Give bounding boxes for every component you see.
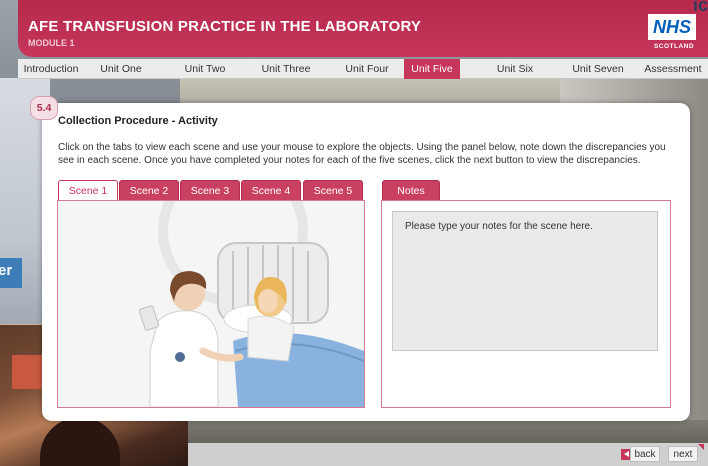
nhs-logo: NHS <box>648 14 696 40</box>
tab-scene-2[interactable]: Scene 2 <box>119 180 179 200</box>
back-button[interactable]: back <box>630 446 660 462</box>
nav-unit-two[interactable]: Unit Two <box>166 59 244 79</box>
activity-title: Collection Procedure - Activity <box>58 115 218 127</box>
course-title: AFE TRANSFUSION PRACTICE IN THE LABORATO… <box>28 18 422 35</box>
tab-scene-3[interactable]: Scene 3 <box>180 180 240 200</box>
tab-notes[interactable]: Notes <box>382 180 440 200</box>
scene-viewer[interactable] <box>57 200 365 408</box>
nav-unit-six[interactable]: Unit Six <box>484 59 546 79</box>
corner-triangle-icon <box>698 444 704 450</box>
nav-unit-five[interactable]: Unit Five <box>404 59 460 79</box>
unit-navigation: Introduction Unit One Unit Two Unit Thre… <box>18 59 708 79</box>
activity-instructions: Click on the tabs to view each scene and… <box>58 142 666 166</box>
nav-unit-three[interactable]: Unit Three <box>246 59 326 79</box>
nav-unit-seven[interactable]: Unit Seven <box>558 59 638 79</box>
next-button[interactable]: next <box>668 446 698 462</box>
activity-panel: Collection Procedure - Activity Click on… <box>42 103 690 421</box>
nav-unit-one[interactable]: Unit One <box>84 59 158 79</box>
nav-introduction[interactable]: Introduction <box>18 59 84 79</box>
nhs-scotland-label: SCOTLAND <box>653 43 695 50</box>
tab-scene-4[interactable]: Scene 4 <box>241 180 301 200</box>
nav-unit-four[interactable]: Unit Four <box>328 59 406 79</box>
notes-panel <box>381 200 671 408</box>
background-enter-button: er <box>0 258 22 288</box>
notes-input[interactable] <box>392 211 658 351</box>
nav-assessment[interactable]: Assessment <box>638 59 708 79</box>
module-label: MODULE 1 <box>28 38 75 48</box>
tab-scene-5[interactable]: Scene 5 <box>303 180 363 200</box>
section-badge: 5.4 <box>30 96 58 120</box>
header-corner-text: ic <box>692 0 708 15</box>
tab-scene-1[interactable]: Scene 1 <box>58 180 118 201</box>
scene-illustration[interactable] <box>58 201 364 407</box>
